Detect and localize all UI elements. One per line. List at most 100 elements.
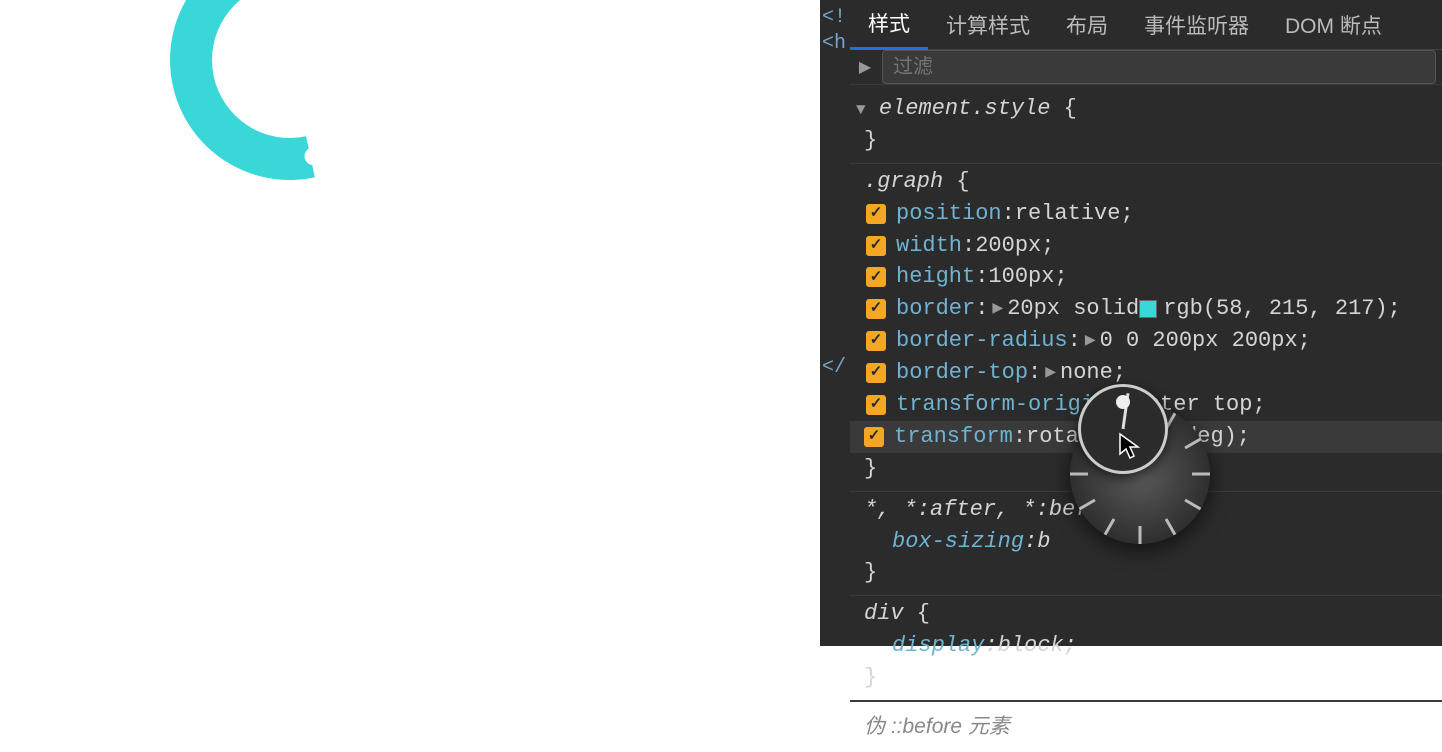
expand-shorthand-icon[interactable]: ▶ bbox=[1045, 363, 1056, 383]
selector-text[interactable]: .graph bbox=[864, 169, 943, 194]
semicolon: ; bbox=[1388, 293, 1401, 325]
css-value[interactable]: 200px bbox=[975, 230, 1041, 262]
styles-filter-input[interactable] bbox=[882, 50, 1436, 84]
property-enable-checkbox[interactable] bbox=[864, 427, 884, 447]
graph-element bbox=[148, 0, 315, 202]
colon: : bbox=[1028, 357, 1041, 389]
css-value: ) bbox=[1224, 421, 1237, 453]
rule-universal[interactable]: *, *:after, *:bef box-sizing: b } bbox=[850, 492, 1442, 597]
css-value[interactable]: 0 0 200px 200px bbox=[1100, 325, 1298, 357]
selector-text[interactable]: *, *:after, *:bef bbox=[864, 497, 1088, 522]
semicolon: ; bbox=[1298, 325, 1311, 357]
brace: } bbox=[864, 560, 877, 585]
decl-width[interactable]: width: 200px; bbox=[864, 230, 1428, 262]
dom-tree-gutter: <! <h </ bbox=[820, 0, 850, 646]
tab-layout[interactable]: 布局 bbox=[1048, 0, 1126, 50]
colon: : bbox=[1068, 325, 1081, 357]
devtools-panel: <! <h </ 样式 计算样式 布局 事件监听器 DOM 断点 ▶ ▼ ele… bbox=[820, 0, 1442, 646]
property-enable-checkbox[interactable] bbox=[866, 299, 886, 319]
dom-line[interactable]: <h bbox=[820, 32, 850, 58]
expand-toggle-icon[interactable]: ▶ bbox=[856, 57, 874, 77]
selector-text[interactable]: element.style bbox=[879, 96, 1051, 121]
colon: : bbox=[1107, 389, 1120, 421]
brace: { bbox=[943, 169, 969, 194]
brace: } bbox=[864, 665, 877, 690]
decl-border[interactable]: border: ▶20px solid rgb(58, 215, 217); bbox=[864, 293, 1428, 325]
css-value-angle[interactable]: 348deg bbox=[1144, 421, 1223, 453]
property-enable-checkbox[interactable] bbox=[866, 267, 886, 287]
css-value[interactable]: center top bbox=[1120, 389, 1252, 421]
decl-transform[interactable]: transform: rotate(!348deg); bbox=[850, 421, 1442, 453]
rule-element-style[interactable]: ▼ element.style { } bbox=[850, 91, 1442, 164]
decl-display[interactable]: display: block; bbox=[864, 630, 1428, 662]
pseudo-before-section-header[interactable]: 伪 ::before 元素 bbox=[850, 701, 1442, 752]
rendered-preview-pane bbox=[0, 0, 820, 646]
css-property[interactable]: transform-origin bbox=[896, 389, 1107, 421]
tab-styles[interactable]: 样式 bbox=[850, 0, 928, 50]
expand-shorthand-icon[interactable]: ▶ bbox=[1085, 331, 1096, 351]
property-enable-checkbox[interactable] bbox=[866, 331, 886, 351]
color-swatch[interactable] bbox=[1139, 300, 1157, 318]
colon: : bbox=[984, 630, 997, 662]
css-value[interactable]: 20px solid bbox=[1007, 293, 1139, 325]
css-property[interactable]: border-radius bbox=[896, 325, 1068, 357]
semicolon: ; bbox=[1237, 421, 1250, 453]
semicolon: ; bbox=[1120, 198, 1133, 230]
angle-editor-icon[interactable]: ! bbox=[1120, 426, 1142, 448]
collapse-toggle-icon[interactable]: ▼ bbox=[856, 101, 866, 119]
decl-box-sizing[interactable]: box-sizing: b bbox=[864, 526, 1428, 558]
colon: : bbox=[975, 293, 988, 325]
brace: } bbox=[864, 128, 877, 153]
dom-line[interactable]: <! bbox=[820, 6, 850, 32]
css-value[interactable]: rotate( bbox=[1026, 421, 1118, 453]
css-property[interactable]: box-sizing bbox=[892, 526, 1024, 558]
css-property[interactable]: border bbox=[896, 293, 975, 325]
css-property[interactable]: transform bbox=[894, 421, 1013, 453]
semicolon: ; bbox=[1054, 261, 1067, 293]
css-value[interactable]: none bbox=[1060, 357, 1113, 389]
css-property[interactable]: display bbox=[892, 630, 984, 662]
styles-rules-list: ▼ element.style { } .graph { position: r… bbox=[850, 85, 1442, 752]
colon: : bbox=[1002, 198, 1015, 230]
css-value[interactable]: relative bbox=[1015, 198, 1121, 230]
brace: } bbox=[864, 456, 877, 481]
css-value[interactable]: 100px bbox=[988, 261, 1054, 293]
filter-row: ▶ bbox=[850, 50, 1442, 85]
css-property[interactable]: border-top bbox=[896, 357, 1028, 389]
decl-transform-origin[interactable]: transform-origin: center top; bbox=[864, 389, 1428, 421]
colon: : bbox=[962, 230, 975, 262]
rule-graph[interactable]: .graph { position: relative; width: 200p… bbox=[850, 164, 1442, 492]
css-property[interactable]: height bbox=[896, 261, 975, 293]
devtools-tabbar: 样式 计算样式 布局 事件监听器 DOM 断点 bbox=[850, 0, 1442, 50]
css-value[interactable]: b bbox=[1037, 526, 1050, 558]
decl-position[interactable]: position: relative; bbox=[864, 198, 1428, 230]
colon: : bbox=[1013, 421, 1026, 453]
tab-computed[interactable]: 计算样式 bbox=[928, 0, 1048, 50]
semicolon: ; bbox=[1252, 389, 1265, 421]
styles-main-column: 样式 计算样式 布局 事件监听器 DOM 断点 ▶ ▼ element.styl… bbox=[850, 0, 1442, 646]
decl-height[interactable]: height: 100px; bbox=[864, 261, 1428, 293]
property-enable-checkbox[interactable] bbox=[866, 395, 886, 415]
semicolon: ; bbox=[1041, 230, 1054, 262]
semicolon: ; bbox=[1064, 630, 1077, 662]
rule-div[interactable]: div { display: block; } bbox=[850, 596, 1442, 701]
colon: : bbox=[975, 261, 988, 293]
decl-border-radius[interactable]: border-radius: ▶0 0 200px 200px; bbox=[864, 325, 1428, 357]
decl-border-top[interactable]: border-top: ▶none; bbox=[864, 357, 1428, 389]
tab-dom-breakpoints[interactable]: DOM 断点 bbox=[1267, 0, 1400, 50]
css-value-color[interactable]: rgb(58, 215, 217) bbox=[1163, 293, 1387, 325]
css-value[interactable]: block bbox=[998, 630, 1064, 662]
property-enable-checkbox[interactable] bbox=[866, 363, 886, 383]
property-enable-checkbox[interactable] bbox=[866, 236, 886, 256]
colon: : bbox=[1024, 526, 1037, 558]
tab-event-listeners[interactable]: 事件监听器 bbox=[1126, 0, 1267, 50]
selector-text[interactable]: div bbox=[864, 601, 904, 626]
property-enable-checkbox[interactable] bbox=[866, 204, 886, 224]
brace: { bbox=[1050, 96, 1076, 121]
css-property[interactable]: position bbox=[896, 198, 1002, 230]
css-property[interactable]: width bbox=[896, 230, 962, 262]
brace: { bbox=[904, 601, 930, 626]
dom-line[interactable]: </ bbox=[820, 356, 846, 379]
expand-shorthand-icon[interactable]: ▶ bbox=[992, 299, 1003, 319]
semicolon: ; bbox=[1113, 357, 1126, 389]
